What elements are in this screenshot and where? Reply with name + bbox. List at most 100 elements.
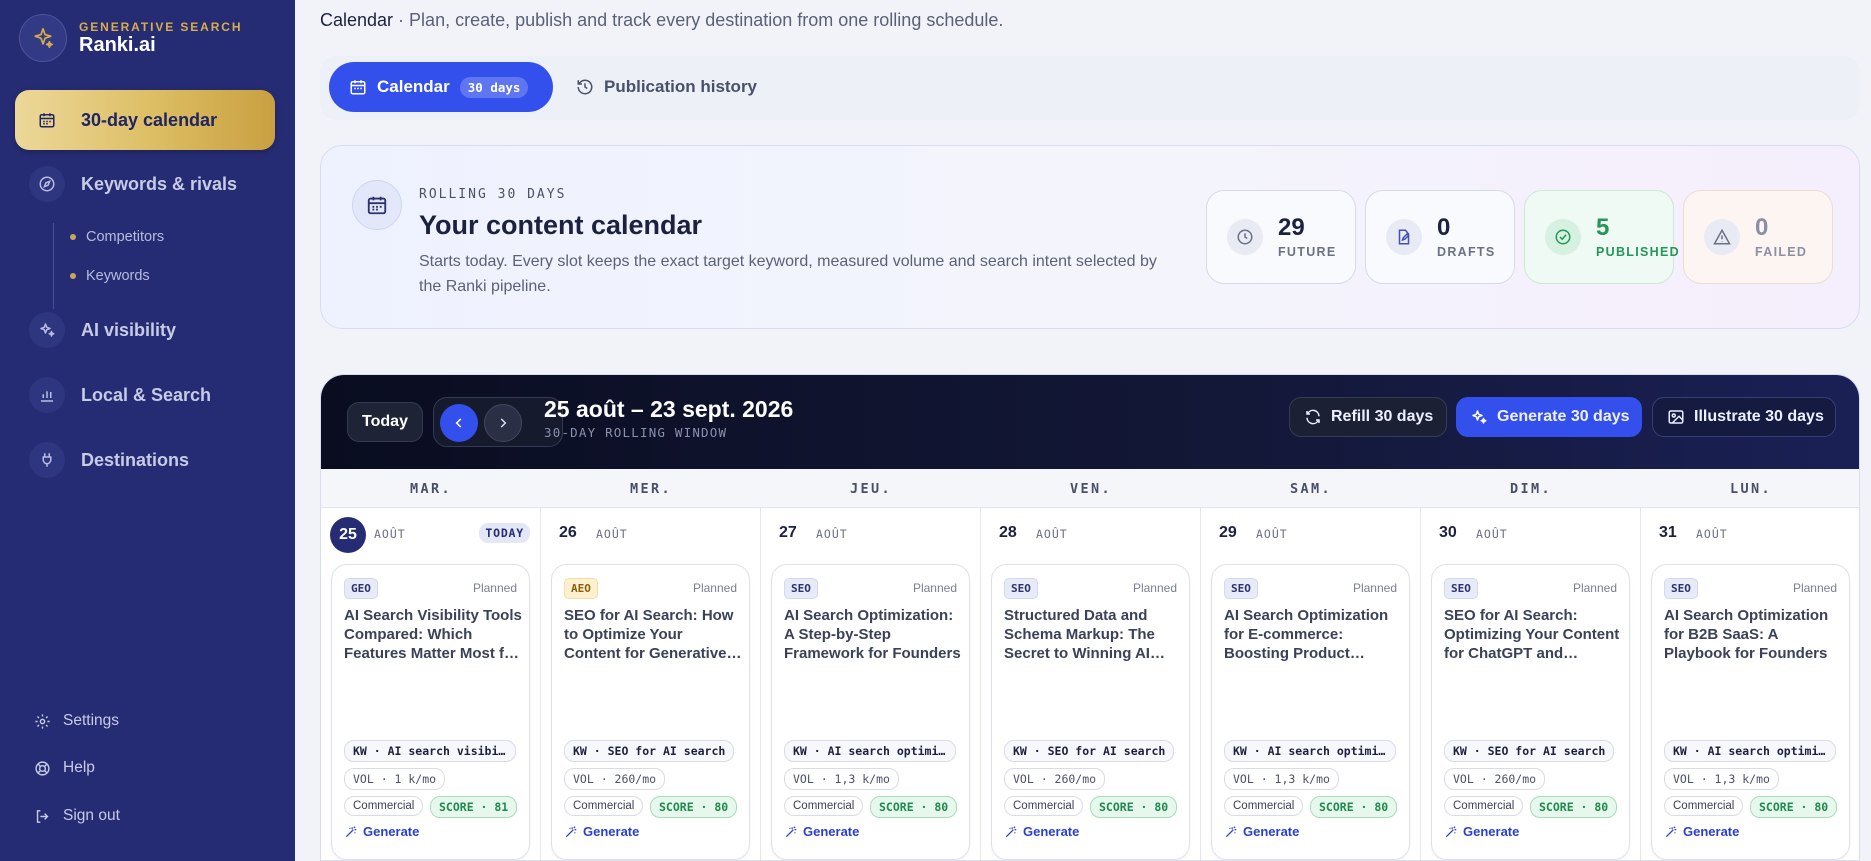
sparkles-icon	[1472, 410, 1487, 424]
gear-icon	[35, 713, 50, 729]
sidebar-item-label: 30-day calendar	[81, 109, 218, 130]
generate-button[interactable]: Generate	[1444, 824, 1519, 839]
chevron-right-icon	[500, 418, 507, 428]
tab-badge: 30 days	[459, 76, 529, 98]
generate-button[interactable]: Generate	[1224, 824, 1299, 839]
hero-eyebrow: ROLLING 30 DAYS	[419, 187, 567, 202]
stat-failed[interactable]: 0 FAILED	[1683, 190, 1833, 284]
content-title: SEO for AI Search: Optimizing Your Conte…	[1444, 607, 1620, 663]
content-title: AI Search Optimization for E-commerce: B…	[1224, 607, 1389, 663]
sidebar-item-local-search[interactable]: Local & Search	[15, 365, 275, 425]
hero-description: Starts today. Every slot keeps the exact…	[419, 253, 1157, 295]
weekday-label: LUN.	[1729, 481, 1773, 497]
magic-wand-icon	[1005, 825, 1017, 837]
sidebar-subitem-competitors[interactable]: Competitors	[70, 229, 165, 245]
tab-publication-history[interactable]: Publication history	[576, 62, 757, 112]
sign-out-link[interactable]: Sign out	[34, 807, 120, 825]
stat-drafts[interactable]: 0 DRAFTS	[1365, 190, 1515, 284]
day-number: 27	[779, 524, 797, 541]
help-link[interactable]: Help	[34, 759, 95, 777]
content-card[interactable]: SEO Planned AI Search Optimization for B2B…	[1651, 564, 1850, 860]
stat-published[interactable]: 5 PUBLISHED	[1524, 190, 1679, 284]
page-header: Calendar · Plan, create, publish and tra…	[320, 10, 1003, 31]
settings-label: Settings	[63, 712, 120, 729]
settings-link[interactable]: Settings	[34, 712, 119, 730]
content-card[interactable]: SEO Planned AI Search Optimization: A Step…	[771, 564, 970, 860]
day-number: 26	[559, 524, 577, 541]
score-chip: SCORE · 80	[1310, 796, 1398, 818]
content-card[interactable]: GEO Planned AI Search Visibility Tools Com…	[331, 564, 530, 860]
intent-chip: Commercial	[1664, 796, 1744, 816]
day-column[interactable]: 25 AOÛT TODAY GEO Planned AI Search Visibilit…	[321, 508, 541, 860]
weekday-label: MER.	[629, 481, 673, 497]
brand[interactable]: GENERATIVE SEARCH Ranki.ai	[19, 14, 242, 62]
content-card[interactable]: SEO Planned AI Search Optimization for E-c…	[1211, 564, 1410, 860]
previous-button[interactable]	[440, 404, 478, 442]
sidebar-item-ai-visibility[interactable]: AI visibility	[15, 300, 275, 360]
brand-name: Ranki.ai	[79, 33, 156, 56]
sign-out-label: Sign out	[63, 807, 120, 824]
content-card[interactable]: AEO Planned SEO for AI Search: How to Opti…	[551, 564, 750, 860]
lifebuoy-icon	[35, 760, 50, 776]
day-column[interactable]: 26 AOÛT AEO Planned SEO for AI Search: How t…	[541, 508, 761, 860]
day-column[interactable]: 31 AOÛT SEO Planned AI Search Optimization f…	[1641, 508, 1859, 860]
content-type-tag: SEO	[784, 578, 818, 599]
next-button[interactable]	[484, 404, 522, 442]
sidebar-item-keywords-rivals[interactable]: Keywords & rivals	[15, 154, 275, 214]
volume-chip: VOL · 1 k/mo	[344, 768, 446, 790]
subitem-label: Keywords	[86, 268, 150, 284]
generate-button[interactable]: Generate	[564, 824, 639, 839]
content-card[interactable]: SEO Planned SEO for AI Search: Optimizing …	[1431, 564, 1630, 860]
today-button[interactable]: Today	[347, 402, 423, 442]
sidebar: GENERATIVE SEARCH Ranki.ai 30-day calend…	[0, 0, 295, 861]
sidebar-item-label: Keywords & rivals	[81, 173, 238, 194]
day-number: 30	[1439, 524, 1457, 541]
header-separator: ·	[393, 10, 410, 30]
generate-label: Generate	[363, 824, 420, 839]
sidebar-item-destinations[interactable]: Destinations	[15, 430, 275, 490]
volume-chip: VOL · 1,3 k/mo	[1224, 768, 1339, 790]
help-label: Help	[63, 759, 95, 776]
generate-label: Generate	[1023, 824, 1080, 839]
score-chip: SCORE · 80	[870, 796, 958, 818]
stat-label: FAILED	[1755, 245, 1808, 259]
day-column[interactable]: 27 AOÛT SEO Planned AI Search Optimization: …	[761, 508, 981, 860]
sidebar-item-label: Destinations	[81, 449, 190, 470]
generate-button[interactable]: Generate	[784, 824, 859, 839]
view-tabs: Calendar 30 days Publication history	[320, 56, 1860, 120]
refill-button[interactable]: Refill 30 days	[1289, 397, 1447, 437]
generate-button[interactable]: Generate	[1004, 824, 1079, 839]
weekday-label: VEN.	[1069, 481, 1113, 497]
day-month: AOÛT	[374, 527, 406, 541]
generate-30-days-button[interactable]: Generate 30 days	[1456, 397, 1642, 437]
day-column[interactable]: 29 AOÛT SEO Planned AI Search Optimization f…	[1201, 508, 1421, 860]
day-column[interactable]: 28 AOÛT SEO Planned Structured Data and Sche…	[981, 508, 1201, 860]
keyword-chip: KW · AI search visibility tools	[344, 740, 516, 762]
generate-button[interactable]: Generate	[344, 824, 419, 839]
content-title: AI Search Optimization: A Step-by-Step F…	[784, 607, 961, 663]
bar-chart-icon	[29, 377, 65, 413]
illustrate-button[interactable]: Illustrate 30 days	[1652, 397, 1836, 437]
day-number: 28	[999, 524, 1017, 541]
hero-title: Your content calendar	[419, 210, 703, 240]
intent-chip: Commercial	[564, 796, 644, 816]
content-title: AI Search Visibility Tools Compared: Whi…	[344, 607, 522, 663]
calendar-toolbar: Today 25 août – 23 sept. 2026 30-DAY ROL…	[321, 375, 1859, 469]
subitem-label: Competitors	[86, 229, 165, 245]
bullet-icon	[70, 234, 76, 240]
score-chip: SCORE · 80	[1530, 796, 1618, 818]
date-range-subtitle: 30-DAY ROLLING WINDOW	[544, 425, 728, 440]
tab-calendar[interactable]: Calendar 30 days	[329, 62, 553, 112]
sparkle-logo-icon	[19, 14, 67, 62]
stat-value: 5	[1596, 214, 1610, 241]
page-subtitle: Plan, create, publish and track every de…	[409, 10, 1004, 30]
content-type-tag: SEO	[1664, 578, 1698, 599]
magic-wand-icon	[785, 825, 797, 837]
content-card[interactable]: SEO Planned Structured Data and Schema Mar…	[991, 564, 1190, 860]
sidebar-item-calendar[interactable]: 30-day calendar	[15, 90, 275, 150]
generate-button[interactable]: Generate	[1664, 824, 1739, 839]
sidebar-subitem-keywords[interactable]: Keywords	[70, 268, 150, 284]
day-column[interactable]: 30 AOÛT SEO Planned SEO for AI Search: Optim…	[1421, 508, 1641, 860]
stat-future[interactable]: 29 FUTURE	[1206, 190, 1356, 284]
button-label: Generate 30 days	[1497, 408, 1630, 425]
